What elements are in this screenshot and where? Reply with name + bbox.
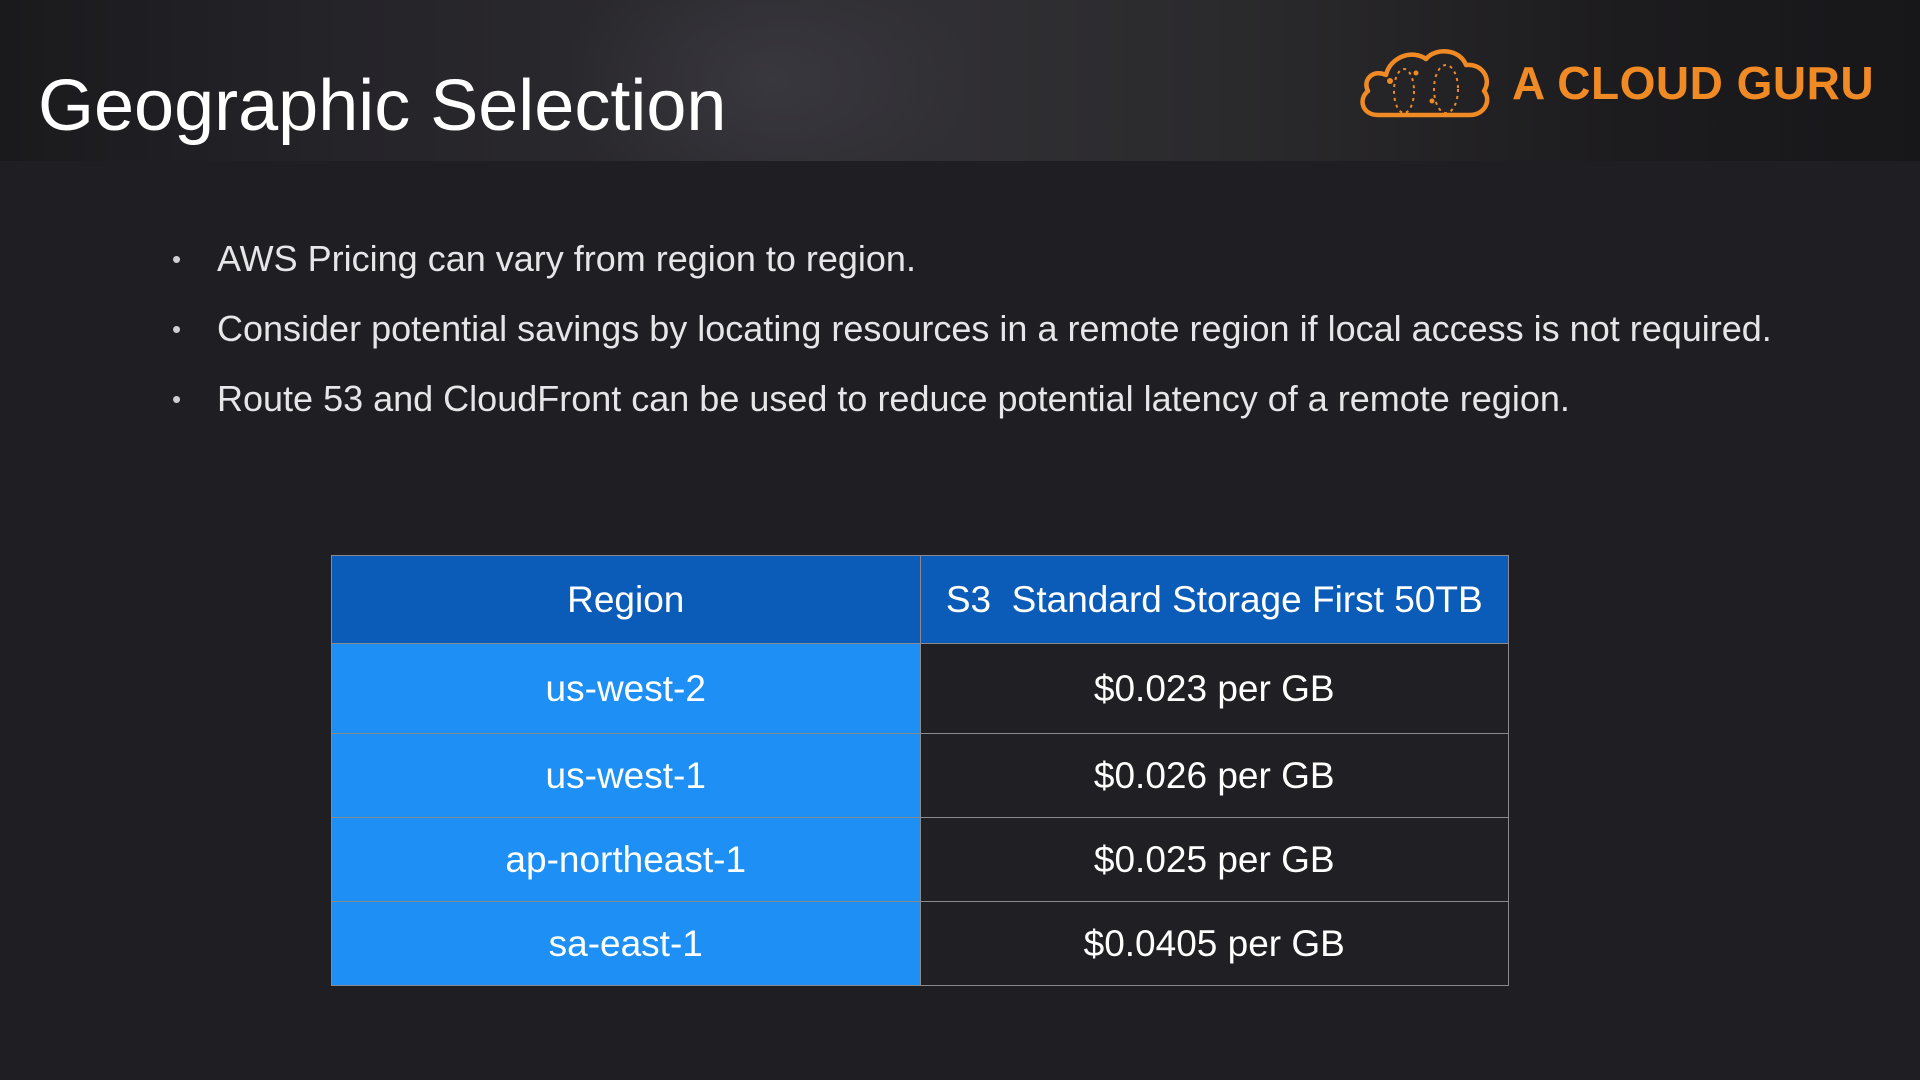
bullet-list: • AWS Pricing can vary from region to re… bbox=[172, 236, 1812, 446]
price-cell: $0.023 per GB bbox=[919, 643, 1509, 734]
bullet-dot-icon: • bbox=[172, 384, 182, 414]
bullet-dot-icon: • bbox=[172, 244, 182, 274]
region-cell: ap-northeast-1 bbox=[331, 817, 921, 902]
bullet-item: • Route 53 and CloudFront can be used to… bbox=[172, 376, 1812, 422]
column-header-region: Region bbox=[331, 555, 921, 644]
bullet-text: Consider potential savings by locating r… bbox=[217, 308, 1772, 349]
table-row: ap-northeast-1 $0.025 per GB bbox=[331, 817, 1509, 902]
brand-logo: A CLOUD GURU bbox=[1356, 40, 1874, 126]
bullet-dot-icon: • bbox=[172, 314, 182, 344]
table-row: us-west-2 $0.023 per GB bbox=[331, 643, 1509, 734]
table-row: sa-east-1 $0.0405 per GB bbox=[331, 901, 1509, 986]
price-cell: $0.0405 per GB bbox=[919, 901, 1509, 986]
bullet-item: • AWS Pricing can vary from region to re… bbox=[172, 236, 1812, 282]
bullet-text: Route 53 and CloudFront can be used to r… bbox=[217, 378, 1570, 419]
table-row: us-west-1 $0.026 per GB bbox=[331, 733, 1509, 818]
logo-text: A CLOUD GURU bbox=[1512, 57, 1875, 109]
table-header-row: Region S3 Standard Storage First 50TB bbox=[331, 555, 1509, 644]
region-cell: sa-east-1 bbox=[331, 901, 921, 986]
price-cell: $0.025 per GB bbox=[919, 817, 1509, 902]
column-header-s3-price: S3 Standard Storage First 50TB bbox=[919, 555, 1509, 644]
bullet-item: • Consider potential savings by locating… bbox=[172, 306, 1812, 352]
bullet-text: AWS Pricing can vary from region to regi… bbox=[217, 238, 916, 279]
cloud-logo-icon bbox=[1360, 49, 1490, 118]
slide-header: Geographic Selection A CLOUD GURU bbox=[0, 0, 1920, 161]
region-cell: us-west-1 bbox=[331, 733, 921, 818]
pricing-table: Region S3 Standard Storage First 50TB us… bbox=[331, 555, 1509, 986]
price-cell: $0.026 per GB bbox=[919, 733, 1509, 818]
slide-title: Geographic Selection bbox=[38, 66, 727, 146]
region-cell: us-west-2 bbox=[331, 643, 921, 734]
